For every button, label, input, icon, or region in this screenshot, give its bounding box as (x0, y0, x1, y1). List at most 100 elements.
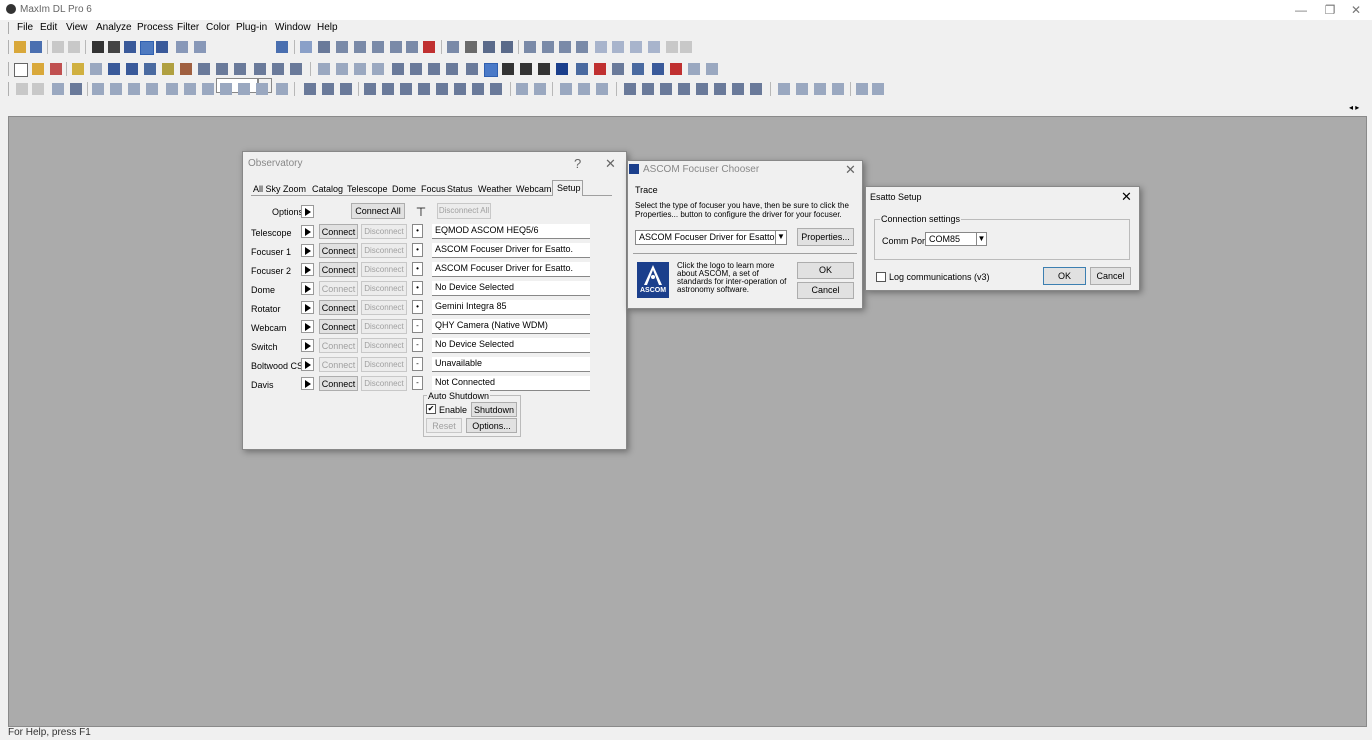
menu-filter[interactable]: Filter (177, 22, 199, 34)
redo-icon[interactable] (68, 41, 80, 53)
tool38-icon[interactable] (832, 83, 844, 95)
connect-button[interactable]: Connect (319, 224, 358, 239)
kernel-icon[interactable] (198, 63, 210, 75)
combine-icon[interactable] (162, 63, 174, 75)
options-arrow-button[interactable] (301, 205, 314, 218)
connect-button[interactable]: Connect (319, 376, 358, 391)
tool35-icon[interactable] (778, 83, 790, 95)
shutdown-button[interactable]: Shutdown (471, 402, 517, 417)
clone-icon[interactable] (336, 63, 348, 75)
observatory-icon[interactable] (108, 41, 120, 53)
tool36-icon[interactable] (796, 83, 808, 95)
close-button[interactable]: ✕ (1341, 2, 1371, 18)
tool11-icon[interactable] (276, 83, 288, 95)
tool6-icon[interactable] (184, 83, 196, 95)
calibrate-icon[interactable] (108, 63, 120, 75)
tool40-icon[interactable] (872, 83, 884, 95)
device-menu-arrow-button[interactable] (301, 377, 314, 390)
histogram-icon[interactable] (318, 41, 330, 53)
tool39-icon[interactable] (856, 83, 868, 95)
esatto-close-button[interactable]: ✕ (1121, 189, 1132, 205)
driver-dropdown-arrow[interactable]: ▼ (775, 230, 787, 245)
tab-focus[interactable]: Focus (421, 183, 446, 195)
blur-icon[interactable] (234, 63, 246, 75)
esatto-cancel-button[interactable]: Cancel (1090, 267, 1131, 285)
window1-icon[interactable] (595, 41, 607, 53)
help-button[interactable]: ? (574, 156, 581, 171)
disconnect-button[interactable]: Disconnect (361, 338, 407, 353)
paste-icon[interactable] (70, 83, 82, 95)
tool26-icon[interactable] (578, 83, 590, 95)
line-icon[interactable] (666, 41, 678, 53)
tool12-icon[interactable] (304, 83, 316, 95)
tool16-icon[interactable] (382, 83, 394, 95)
graph-icon[interactable] (354, 41, 366, 53)
trace-menu[interactable]: Trace (635, 184, 658, 196)
menu-edit[interactable]: Edit (40, 22, 57, 34)
tool37-icon[interactable] (814, 83, 826, 95)
tab-webcam[interactable]: Webcam (516, 183, 551, 195)
focuser-chooser-close-button[interactable]: ✕ (845, 162, 856, 178)
window2-icon[interactable] (612, 41, 624, 53)
tool1-icon[interactable] (92, 83, 104, 95)
device-menu-arrow-button[interactable] (301, 358, 314, 371)
levels-icon[interactable] (559, 41, 571, 53)
menu-file[interactable]: File (17, 22, 33, 34)
menu-color[interactable]: Color (206, 22, 230, 34)
device-menu-arrow-button[interactable] (301, 244, 314, 257)
grid-icon[interactable] (465, 41, 477, 53)
disconnect-button[interactable]: Disconnect (361, 281, 407, 296)
shutdown-options-button[interactable]: Options... (466, 418, 517, 433)
tool3-icon[interactable] (128, 83, 140, 95)
save-icon[interactable] (30, 41, 42, 53)
window4-icon[interactable] (648, 41, 660, 53)
ruler-icon[interactable] (390, 41, 402, 53)
guider-icon[interactable] (156, 41, 168, 53)
zoom3-icon[interactable] (428, 63, 440, 75)
menu-help[interactable]: Help (317, 22, 338, 34)
new-icon[interactable] (14, 63, 28, 77)
channel-icon[interactable] (542, 41, 554, 53)
chooser-cancel-button[interactable]: Cancel (797, 282, 854, 299)
guide-icon[interactable] (538, 63, 550, 75)
observatory2-icon[interactable] (520, 63, 532, 75)
chooser-ok-button[interactable]: OK (797, 262, 854, 279)
connect-button[interactable]: Connect (319, 281, 358, 296)
pan-icon[interactable] (466, 63, 478, 75)
misc-icon[interactable] (680, 41, 692, 53)
zoom-fit-icon[interactable] (446, 63, 458, 75)
tool13-icon[interactable] (322, 83, 334, 95)
toolbar-grip[interactable] (8, 40, 11, 54)
zoom-icon[interactable] (392, 63, 404, 75)
text-icon[interactable] (706, 63, 718, 75)
tool29-icon[interactable] (642, 83, 654, 95)
stack-icon[interactable] (126, 63, 138, 75)
target-icon[interactable] (483, 41, 495, 53)
stop-icon[interactable] (670, 63, 682, 75)
disconnect-button[interactable]: Disconnect (361, 357, 407, 372)
tool5-icon[interactable] (166, 83, 178, 95)
info-icon[interactable] (336, 41, 348, 53)
camera-icon[interactable] (92, 41, 104, 53)
script-icon[interactable] (652, 63, 664, 75)
tool25-icon[interactable] (560, 83, 572, 95)
esatto-ok-button[interactable]: OK (1043, 267, 1086, 285)
comm-port-select[interactable]: COM85 (925, 232, 977, 246)
disconnect-button[interactable]: Disconnect (361, 262, 407, 277)
pencil-icon[interactable] (318, 63, 330, 75)
menu-analyze[interactable]: Analyze (96, 22, 132, 34)
tool14-icon[interactable] (340, 83, 352, 95)
ddp-icon[interactable] (272, 63, 284, 75)
stats-icon[interactable] (524, 41, 536, 53)
zoom2-icon[interactable] (410, 63, 422, 75)
tool24-icon[interactable] (534, 83, 546, 95)
tab-status[interactable]: Status (447, 183, 473, 195)
copy-icon[interactable] (52, 83, 64, 95)
tool9-icon[interactable] (238, 83, 250, 95)
square-icon[interactable] (576, 41, 588, 53)
toolbar-grip[interactable] (8, 82, 11, 96)
tool10-icon[interactable] (256, 83, 268, 95)
toolbar-grip[interactable] (8, 62, 11, 76)
tool31-icon[interactable] (678, 83, 690, 95)
undo-icon[interactable] (52, 41, 64, 53)
